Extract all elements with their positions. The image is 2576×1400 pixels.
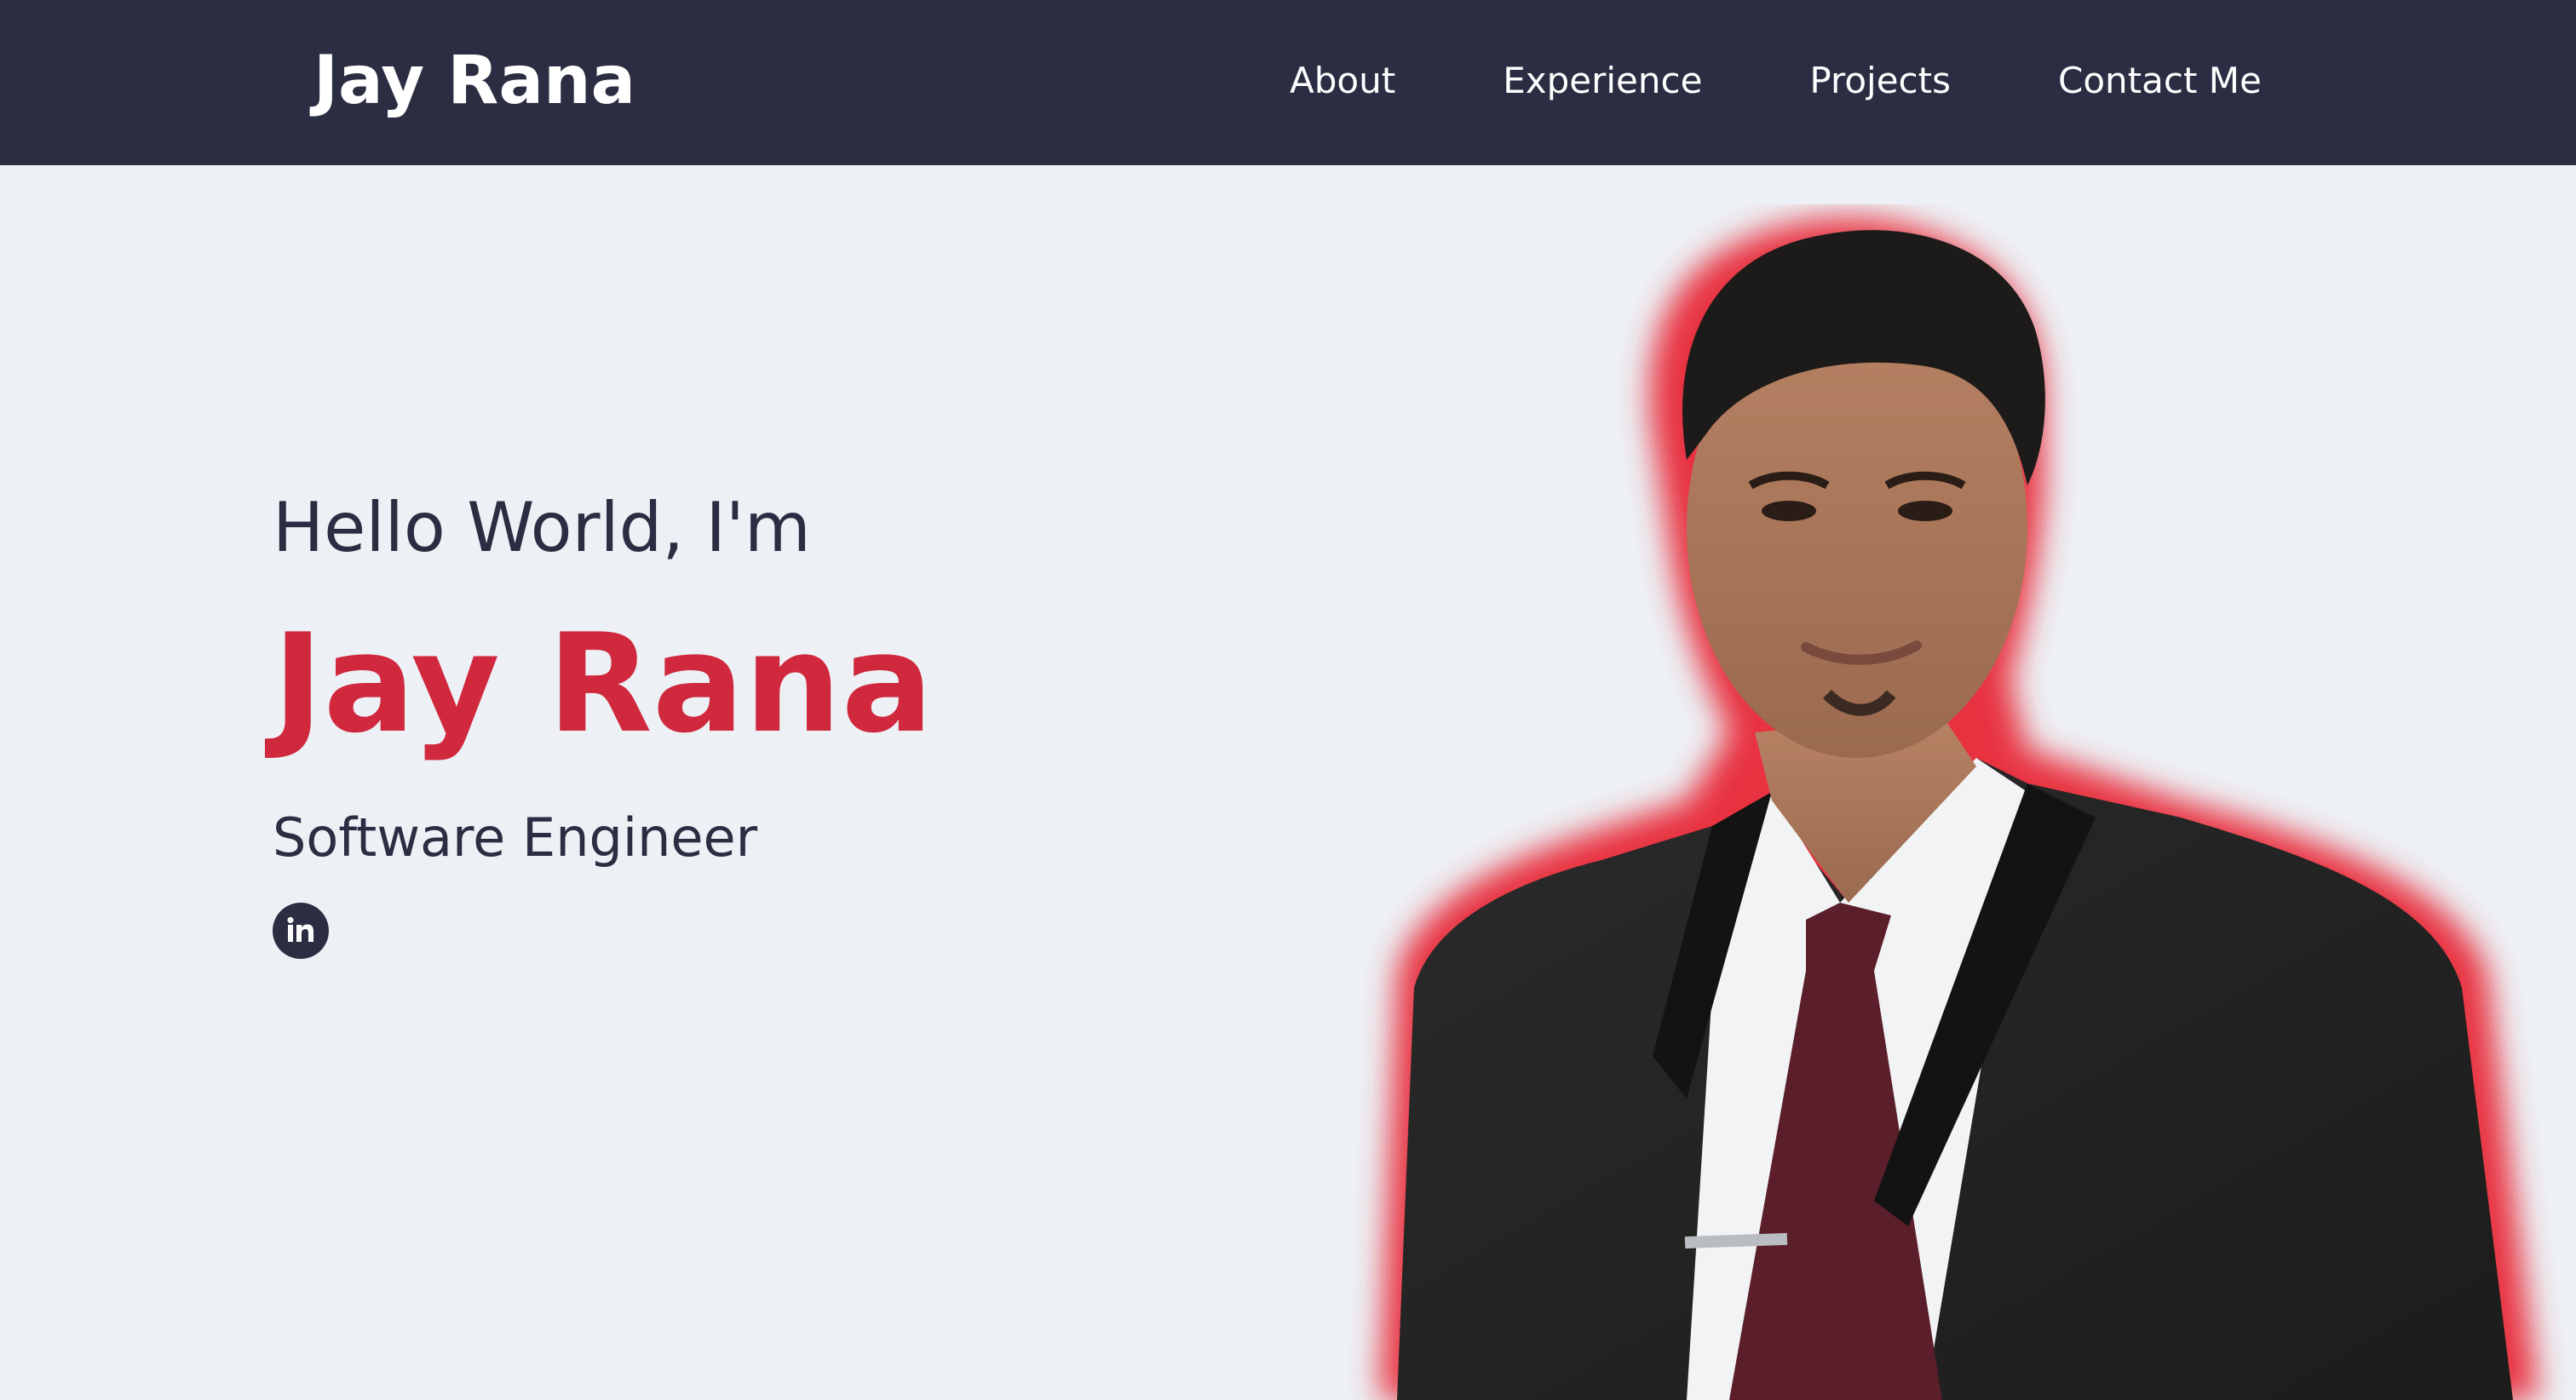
nav-link-about[interactable]: About [1290,51,1395,111]
hero-role: Software Engineer [273,806,758,869]
site-logo-text[interactable]: Jay Rana [313,36,635,126]
linkedin-link[interactable] [273,903,329,959]
hero-intro: Hello World, I'm Jay Rana Software Engin… [273,477,1380,959]
top-navbar: Jay Rana About Experience Projects Conta… [0,0,2576,165]
nav-link-projects[interactable]: Projects [1809,51,1951,111]
linkedin-icon [287,916,313,942]
portrait-photo [1380,218,2539,1400]
nav-link-contact[interactable]: Contact Me [2058,51,2262,111]
nav-link-experience[interactable]: Experience [1503,51,1702,111]
nav-menu: About Experience Projects Contact Me [1290,51,2262,111]
page: Jay Rana About Experience Projects Conta… [0,0,2576,1400]
hero-greeting: Hello World, I'm [273,488,811,567]
hero-name: Jay Rana [273,604,934,763]
